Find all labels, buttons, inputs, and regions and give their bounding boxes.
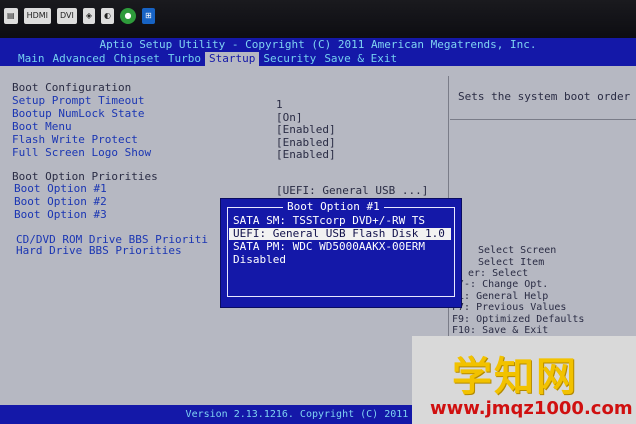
boot-option-2-label[interactable]: Boot Option #2: [14, 196, 107, 208]
popup-option-sata-wdc[interactable]: SATA PM: WDC WD5000AAKX-00ERM: [229, 241, 451, 253]
tab-advanced[interactable]: Advanced: [49, 52, 110, 66]
boot-option-1-value[interactable]: [UEFI: General USB ...]: [276, 185, 428, 197]
tab-turbo[interactable]: Turbo: [164, 52, 205, 66]
help-divider: [450, 119, 636, 120]
boot-option-3-label[interactable]: Boot Option #3: [14, 209, 107, 221]
popup-option-disabled[interactable]: Disabled: [229, 254, 451, 266]
color-icon: ◐: [101, 8, 114, 24]
monitor-bezel: ▤ HDMI DVI ◈ ◐ ● ⊞: [0, 0, 636, 38]
mode-icon: ◈: [82, 8, 96, 24]
setup-prompt-timeout-value[interactable]: 1: [276, 99, 283, 111]
full-screen-logo-show-value[interactable]: [Enabled]: [276, 149, 336, 161]
boot-configuration-header: Boot Configuration: [12, 81, 132, 94]
popup-title: Boot Option #1: [283, 201, 384, 213]
full-screen-logo-show-label[interactable]: Full Screen Logo Show: [12, 147, 151, 159]
popup-option-uefi-usb[interactable]: UEFI: General USB Flash Disk 1.0: [229, 228, 451, 240]
boot-option-1-label[interactable]: Boot Option #1: [14, 183, 107, 195]
watermark-logo: 学知网: [452, 354, 578, 400]
key-help-previous-values: F7: Previous Values: [452, 302, 567, 313]
key-help-change-opt: +/-: Change Opt.: [452, 279, 549, 290]
hdmi-icon: HDMI: [23, 8, 51, 24]
key-help-general-help: F1: General Help: [452, 291, 549, 302]
windows-logo-icon: ⊞: [142, 8, 155, 24]
bios-title: Aptio Setup Utility - Copyright (C) 2011…: [0, 38, 636, 52]
hard-drive-bbs-priorities-label[interactable]: Hard Drive BBS Priorities: [16, 245, 182, 257]
tab-main[interactable]: Main: [14, 52, 49, 66]
bootup-numlock-state-label[interactable]: Bootup NumLock State: [12, 108, 144, 120]
watermark-url: www.jmqz1000.com: [430, 398, 633, 419]
watermark: 学知网 www.jmqz1000.com: [412, 336, 636, 424]
key-help-select-screen: Select Screen: [478, 245, 557, 256]
setup-prompt-timeout-label[interactable]: Setup Prompt Timeout: [12, 95, 144, 107]
tab-security[interactable]: Security: [259, 52, 320, 66]
flash-write-protect-label[interactable]: Flash Write Protect: [12, 134, 138, 146]
tab-startup[interactable]: Startup: [204, 52, 260, 66]
input-source-icon: ▤: [4, 8, 18, 24]
tab-save-exit[interactable]: Save & Exit: [320, 52, 401, 66]
popup-option-sata-dvd[interactable]: SATA SM: TSSTcorp DVD+/-RW TS: [229, 215, 451, 227]
key-help-optimized-defaults: F9: Optimized Defaults: [452, 314, 585, 325]
osd-icon-row: ▤ HDMI DVI ◈ ◐ ● ⊞: [4, 8, 155, 28]
boot-menu-label[interactable]: Boot Menu: [12, 121, 72, 133]
boot-menu-value[interactable]: [Enabled]: [276, 124, 336, 136]
dvi-icon: DVI: [57, 8, 77, 24]
tab-chipset[interactable]: Chipset: [109, 52, 163, 66]
key-help-save-exit: F10: Save & Exit: [452, 325, 549, 336]
power-icon: ●: [120, 8, 136, 24]
bios-tab-bar: Main Advanced Chipset Turbo Startup Secu…: [0, 52, 636, 66]
boot-option-popup: Boot Option #1 SATA SM: TSSTcorp DVD+/-R…: [220, 198, 462, 308]
help-description: Sets the system boot order: [458, 90, 631, 103]
key-help-select-item: Select Item: [478, 257, 545, 268]
key-help-enter-select: er: Select: [468, 268, 529, 279]
